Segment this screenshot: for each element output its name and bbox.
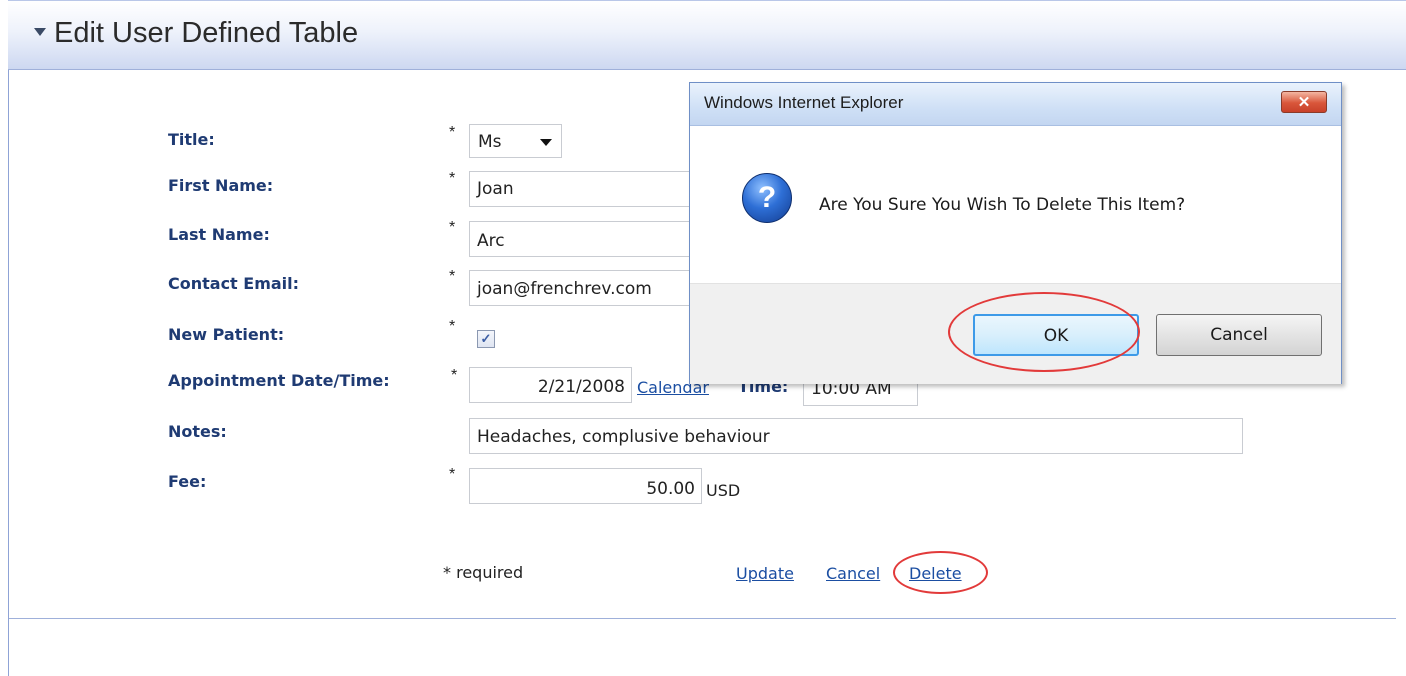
title-label: Title: xyxy=(168,130,215,149)
contact-email-input[interactable]: joan@frenchrev.com xyxy=(469,270,699,306)
new-patient-checkbox[interactable]: ✓ xyxy=(477,330,495,348)
title-select-value: Ms xyxy=(478,132,502,152)
required-marker: * xyxy=(449,466,456,483)
first-name-label: First Name: xyxy=(168,176,274,195)
cancel-link[interactable]: Cancel xyxy=(826,564,880,583)
page-title: Edit User Defined Table xyxy=(54,17,359,49)
dialog-cancel-button[interactable]: Cancel xyxy=(1156,314,1322,356)
question-icon: ? xyxy=(742,173,792,223)
section-divider xyxy=(9,618,1396,619)
update-link[interactable]: Update xyxy=(736,564,794,583)
chevron-down-icon xyxy=(540,139,552,146)
collapse-triangle-icon[interactable] xyxy=(34,28,46,36)
dialog-title: Windows Internet Explorer xyxy=(704,93,904,112)
fee-currency: USD xyxy=(706,481,741,500)
required-note: * required xyxy=(443,563,524,582)
notes-label: Notes: xyxy=(168,422,227,441)
delete-highlight-ellipse xyxy=(893,551,988,594)
fee-label: Fee: xyxy=(168,472,207,491)
required-marker: * xyxy=(449,219,456,236)
appointment-date-input[interactable]: 2/21/2008 xyxy=(469,367,632,403)
ok-highlight-ellipse xyxy=(948,292,1140,372)
first-name-input[interactable]: Joan xyxy=(469,171,699,207)
dialog-message: Are You Sure You Wish To Delete This Ite… xyxy=(819,195,1186,215)
fee-input[interactable]: 50.00 xyxy=(469,468,702,504)
required-marker: * xyxy=(449,268,456,285)
last-name-input[interactable]: Arc xyxy=(469,221,699,257)
dialog-titlebar[interactable]: Windows Internet Explorer ✕ xyxy=(690,83,1341,126)
contact-email-label: Contact Email: xyxy=(168,274,300,293)
required-marker: * xyxy=(451,367,458,384)
notes-input[interactable]: Headaches, complusive behaviour xyxy=(469,418,1243,454)
module-header: Edit User Defined Table xyxy=(8,0,1406,70)
close-icon[interactable]: ✕ xyxy=(1281,91,1327,113)
required-marker: * xyxy=(449,170,456,187)
last-name-label: Last Name: xyxy=(168,225,270,244)
new-patient-label: New Patient: xyxy=(168,325,285,344)
title-select[interactable]: Ms xyxy=(469,124,562,158)
appointment-label: Appointment Date/Time: xyxy=(168,371,390,390)
required-marker: * xyxy=(449,318,456,335)
required-marker: * xyxy=(449,124,456,141)
